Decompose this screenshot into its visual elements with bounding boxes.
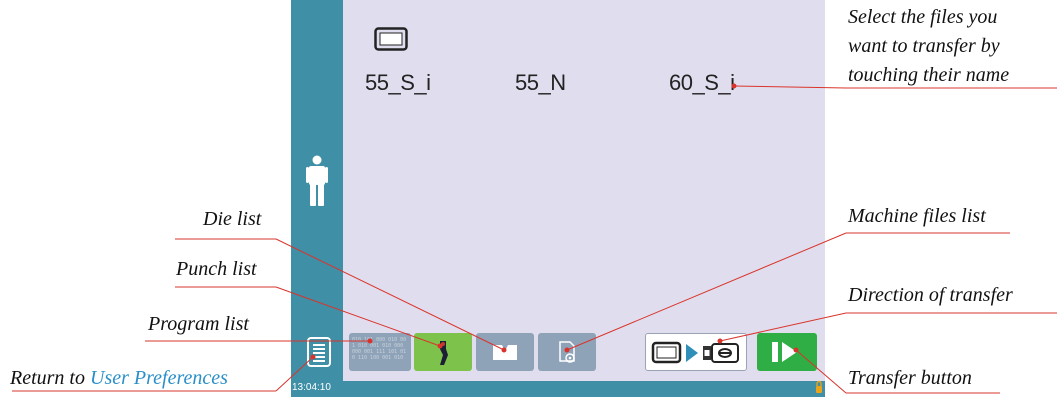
annotation-program-list: Program list: [148, 313, 249, 335]
user-preferences-link[interactable]: User Preferences: [90, 367, 228, 389]
annotation-punch-list: Punch list: [176, 258, 257, 280]
annotation-direction-of-transfer: Direction of transfer: [848, 284, 1013, 306]
annotation-leader-lines: [12, 83, 1057, 394]
annotation-select-files-line1: Select the files you: [848, 6, 998, 28]
annotation-return: Return to User Preferences: [10, 367, 228, 390]
annotation-select-files-line2: want to transfer by: [848, 35, 1000, 57]
annotation-select-files-line3: touching their name: [848, 64, 1010, 86]
annotation-machine-files-list: Machine files list: [848, 205, 986, 227]
annotation-die-list: Die list: [203, 208, 262, 230]
annotation-transfer-button: Transfer button: [848, 367, 972, 389]
annotation-return-prefix: Return to: [10, 367, 90, 389]
